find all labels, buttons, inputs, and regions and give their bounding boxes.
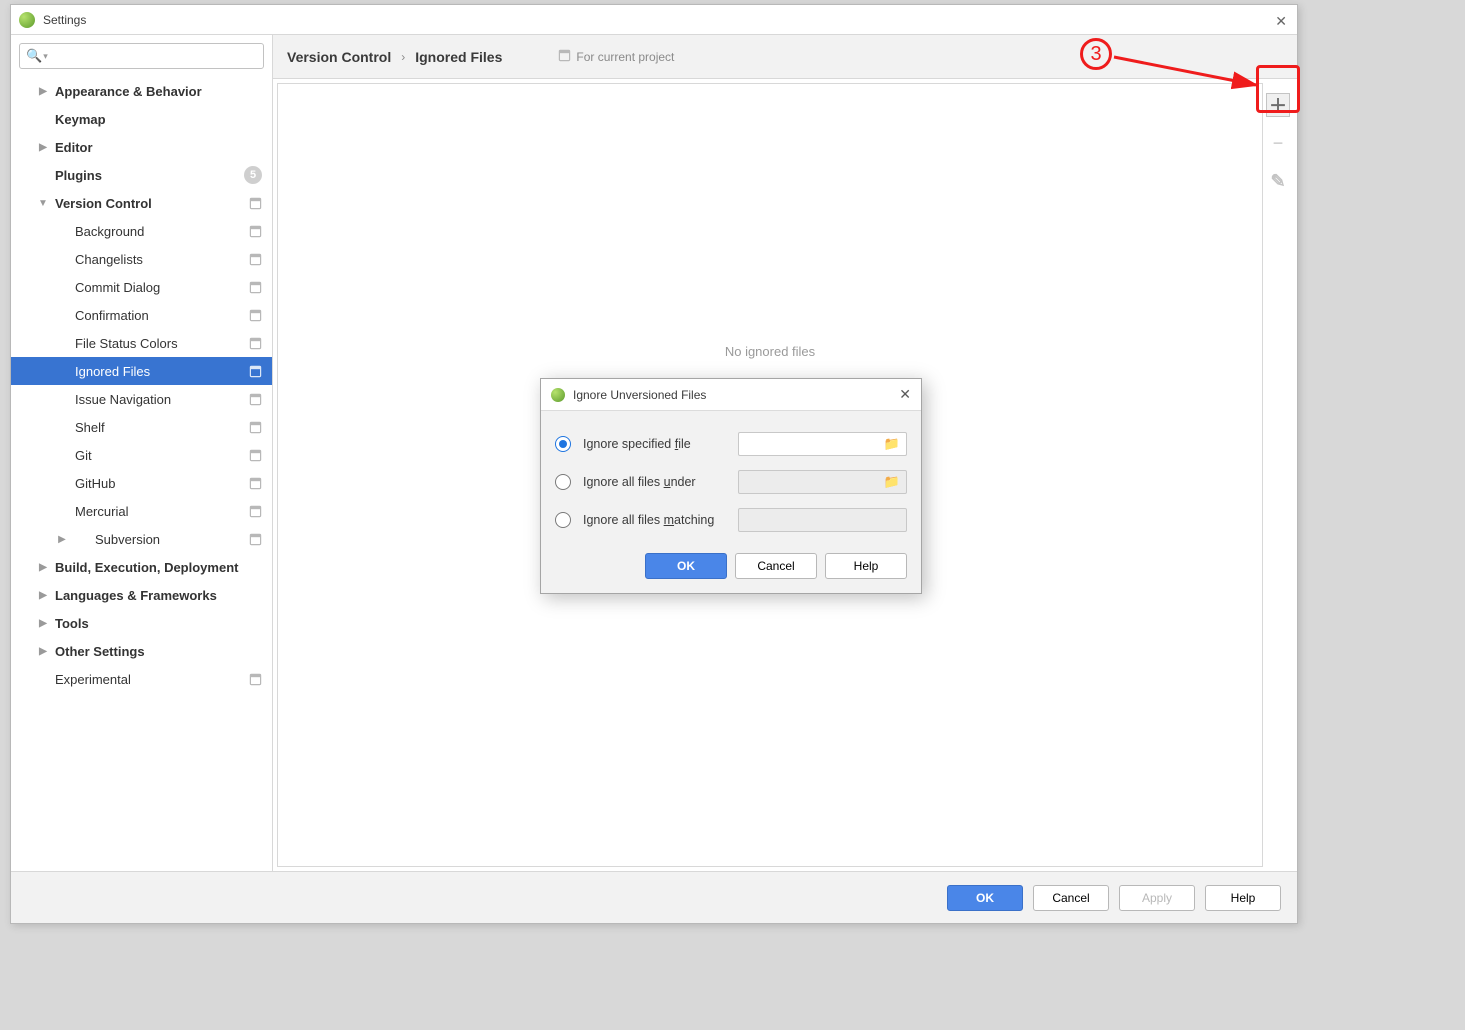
option-label: Ignore specified file [583,437,738,451]
modal-ok-button[interactable]: OK [645,553,727,579]
sidebar-item-appearance-behavior[interactable]: ▶Appearance & Behavior [11,77,272,105]
chevron-down-icon: ▾ [43,51,48,62]
pycharm-icon [551,388,565,402]
chevron-right-icon: ▶ [38,86,48,97]
dialog-footer: OK Cancel Apply Help [11,871,1297,923]
plugins-badge: 5 [244,166,262,184]
sidebar-item-experimental[interactable]: Experimental [11,665,272,693]
radio-icon[interactable] [555,436,571,452]
pattern-input [738,508,907,532]
sidebar-item-git[interactable]: Git [11,441,272,469]
ok-button[interactable]: OK [947,885,1023,911]
panel-toolbar: ＋ − ✎ [1263,83,1293,867]
window-title: Settings [43,13,86,27]
sidebar-item-changelists[interactable]: Changelists [11,245,272,273]
chevron-right-icon: ▶ [57,534,67,545]
sidebar-item-tools[interactable]: ▶Tools [11,609,272,637]
search-input[interactable]: 🔍 ▾ [19,43,264,69]
sidebar-item-editor[interactable]: ▶Editor [11,133,272,161]
folder-icon: 📁 [884,474,900,490]
project-scope-icon [558,49,571,65]
sidebar-item-commit-dialog[interactable]: Commit Dialog [11,273,272,301]
sidebar-item-keymap[interactable]: Keymap [11,105,272,133]
project-scope-icon [248,504,262,518]
project-scope-icon [248,532,262,546]
sidebar-item-ignored-files[interactable]: Ignored Files [11,357,272,385]
modal-title: Ignore Unversioned Files [573,388,706,402]
sidebar-item-file-status-colors[interactable]: File Status Colors [11,329,272,357]
apply-button[interactable]: Apply [1119,885,1195,911]
sidebar-item-plugins[interactable]: Plugins5 [11,161,272,189]
titlebar: Settings ✕ [11,5,1297,35]
sidebar-item-build-execution-deployment[interactable]: ▶Build, Execution, Deployment [11,553,272,581]
chevron-right-icon: ▶ [38,142,48,153]
modal-footer: OK Cancel Help [541,545,921,593]
sidebar-item-shelf[interactable]: Shelf [11,413,272,441]
project-scope-icon [248,336,262,350]
settings-tree: ▶Appearance & Behavior Keymap ▶Editor Pl… [11,77,272,871]
option-label: Ignore all files matching [583,513,738,527]
chevron-right-icon: ▶ [38,618,48,629]
chevron-right-icon: › [401,50,405,64]
radio-icon[interactable] [555,512,571,528]
sidebar: 🔍 ▾ ▶Appearance & Behavior Keymap ▶Edito… [11,35,273,871]
chevron-right-icon: ▶ [38,590,48,601]
sidebar-item-issue-navigation[interactable]: Issue Navigation [11,385,272,413]
search-icon: 🔍 [26,48,42,64]
ignore-unversioned-dialog: Ignore Unversioned Files ✕ Ignore specif… [540,378,922,594]
sidebar-item-subversion[interactable]: ▶Subversion [11,525,272,553]
modal-cancel-button[interactable]: Cancel [735,553,817,579]
option-files-under[interactable]: Ignore all files under 📁 [555,463,907,501]
sidebar-item-confirmation[interactable]: Confirmation [11,301,272,329]
empty-state: No ignored files [725,344,815,359]
chevron-down-icon: ▼ [38,198,48,209]
project-scope-icon [248,252,262,266]
project-scope-icon [248,280,262,294]
remove-button[interactable]: − [1266,131,1290,155]
file-path-input[interactable]: 📁 [738,432,907,456]
modal-titlebar: Ignore Unversioned Files ✕ [541,379,921,411]
crumb-b: Ignored Files [415,49,502,65]
option-specified-file[interactable]: Ignore specified file 📁 [555,425,907,463]
chevron-right-icon: ▶ [38,562,48,573]
project-scope-icon [248,448,262,462]
cancel-button[interactable]: Cancel [1033,885,1109,911]
option-label: Ignore all files under [583,475,738,489]
sidebar-item-background[interactable]: Background [11,217,272,245]
project-scope-icon [248,224,262,238]
sidebar-item-other-settings[interactable]: ▶Other Settings [11,637,272,665]
breadcrumb-bar: Version Control › Ignored Files For curr… [273,35,1297,79]
help-button[interactable]: Help [1205,885,1281,911]
sidebar-item-github[interactable]: GitHub [11,469,272,497]
pycharm-icon [19,12,35,28]
chevron-right-icon: ▶ [38,646,48,657]
close-icon[interactable]: ✕ [1275,13,1287,30]
project-scope-icon [248,364,262,378]
option-files-matching[interactable]: Ignore all files matching [555,501,907,539]
project-scope-icon [248,196,262,210]
folder-icon[interactable]: 📁 [884,436,900,452]
annotation-step-number: 3 [1080,38,1112,70]
project-scope-icon [248,476,262,490]
directory-path-input: 📁 [738,470,907,494]
project-scope-icon [248,672,262,686]
crumb-a: Version Control [287,49,391,65]
modal-body: Ignore specified file 📁 Ignore all files… [541,411,921,545]
sidebar-item-languages-frameworks[interactable]: ▶Languages & Frameworks [11,581,272,609]
modal-help-button[interactable]: Help [825,553,907,579]
sidebar-item-mercurial[interactable]: Mercurial [11,497,272,525]
for-current-project: For current project [558,49,674,65]
search-wrap: 🔍 ▾ [11,35,272,77]
radio-icon[interactable] [555,474,571,490]
annotation-highlight-rect [1256,65,1300,113]
project-scope-icon [248,420,262,434]
sidebar-item-version-control[interactable]: ▼Version Control [11,189,272,217]
close-icon[interactable]: ✕ [899,386,911,403]
edit-button[interactable]: ✎ [1266,169,1290,193]
project-scope-icon [248,308,262,322]
project-scope-icon [248,392,262,406]
